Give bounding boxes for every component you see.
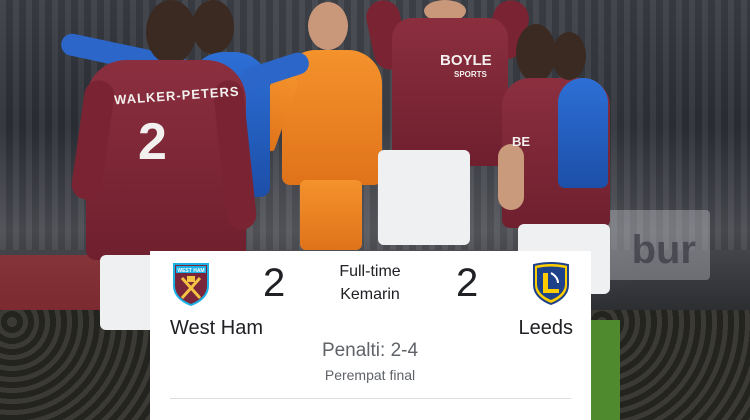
match-score-card[interactable]: WEST HAM 2 2 Full-time Kemarin West Ham … (150, 251, 591, 420)
advertising-board-text: bur (631, 228, 696, 272)
competition-stage: Perempat final (324, 367, 416, 383)
shirt-sponsor: BOYLE (440, 52, 492, 69)
match-date: Kemarin (340, 286, 400, 303)
home-player-head (146, 0, 196, 64)
shirt-player-number: 2 (138, 113, 167, 171)
center-player-shirt (392, 18, 508, 166)
away-team-name[interactable]: Leeds (519, 317, 574, 340)
goalkeeper-shorts (300, 180, 362, 250)
away-score: 2 (456, 261, 479, 305)
home-team-name[interactable]: West Ham (170, 317, 263, 340)
shirt-sponsor-sub: SPORTS (454, 70, 487, 79)
svg-text:WEST HAM: WEST HAM (177, 268, 204, 274)
match-status: Full-time (339, 263, 401, 280)
opponent-player-right (548, 32, 608, 192)
right-player-sponsor: BE (512, 134, 531, 149)
right-player-arm (498, 144, 524, 210)
goalkeeper-head (308, 2, 348, 50)
opponent-right-shirt (558, 78, 608, 188)
west-ham-crest-icon: WEST HAM (173, 263, 209, 306)
pitch (590, 320, 620, 420)
divider (170, 398, 571, 399)
home-score: 2 (263, 261, 286, 305)
penalty-result: Penalti: 2-4 (321, 340, 419, 361)
center-player-shorts (378, 150, 470, 245)
leeds-crest-icon (533, 262, 569, 305)
opponent-right-head (552, 32, 586, 80)
